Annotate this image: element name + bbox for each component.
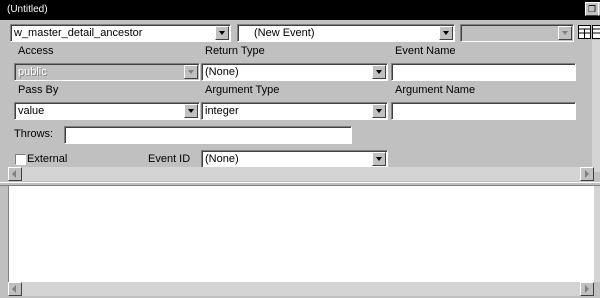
argument-type-label: Argument Type [205, 84, 280, 96]
access-value: public [18, 66, 47, 78]
object-dropdown[interactable]: w_master_detail_ancestor [10, 24, 231, 42]
argument-type-dropdown[interactable]: integer [201, 102, 388, 120]
chevron-down-icon[interactable] [439, 26, 453, 40]
scroll-right-icon[interactable] [580, 167, 594, 181]
editor-vertical-scrollbar[interactable] [594, 186, 600, 282]
vertical-scrollbar[interactable] [592, 40, 600, 172]
argument-name-label: Argument Name [395, 84, 476, 96]
throws-label: Throws: [14, 128, 54, 140]
grid-view-icon[interactable] [578, 25, 591, 39]
chevron-down-icon[interactable] [372, 152, 386, 166]
return-type-value: (None) [205, 66, 239, 78]
event-dropdown[interactable]: (New Event) [237, 24, 455, 42]
third-dropdown[interactable] [460, 24, 574, 42]
access-label: Access [18, 45, 54, 57]
chevron-down-icon[interactable] [184, 104, 198, 118]
event-name-label: Event Name [395, 45, 456, 57]
window-titlebar: (Untitled) ❐ × [0, 0, 600, 20]
event-dropdown-value: (New Event) [254, 27, 315, 39]
editor-horizontal-scrollbar[interactable] [8, 282, 594, 296]
event-name-field[interactable] [391, 63, 576, 81]
return-type-dropdown[interactable]: (None) [201, 63, 388, 81]
argument-type-value: integer [205, 105, 239, 117]
form-horizontal-scrollbar[interactable] [8, 167, 594, 181]
pass-by-dropdown[interactable]: value [14, 102, 200, 120]
scroll-left-icon[interactable] [8, 282, 22, 296]
throws-field[interactable] [64, 126, 352, 144]
scroll-right-icon[interactable] [580, 282, 594, 296]
pass-by-value: value [18, 105, 45, 117]
chevron-down-icon[interactable] [558, 26, 572, 40]
scroll-left-icon[interactable] [8, 167, 22, 181]
external-checkbox[interactable] [15, 154, 26, 165]
chevron-down-icon[interactable] [184, 65, 198, 79]
object-dropdown-value: w_master_detail_ancestor [14, 27, 143, 39]
return-type-label: Return Type [205, 45, 265, 57]
chevron-down-icon[interactable] [372, 104, 386, 118]
event-id-value: (None) [205, 153, 239, 165]
external-label: External [27, 153, 68, 165]
pass-by-label: Pass By [18, 84, 59, 96]
chevron-down-icon[interactable] [372, 65, 386, 79]
chevron-down-icon[interactable] [215, 26, 229, 40]
list-view-icon[interactable] [592, 25, 600, 39]
argument-name-field[interactable] [391, 102, 576, 120]
window-title: (Untitled) [7, 4, 48, 15]
event-id-label: Event ID [148, 153, 191, 165]
restore-icon[interactable]: ❐ [585, 2, 599, 16]
event-id-dropdown[interactable]: (None) [201, 150, 388, 168]
access-dropdown[interactable]: public [14, 63, 200, 81]
script-editor[interactable] [8, 186, 594, 282]
